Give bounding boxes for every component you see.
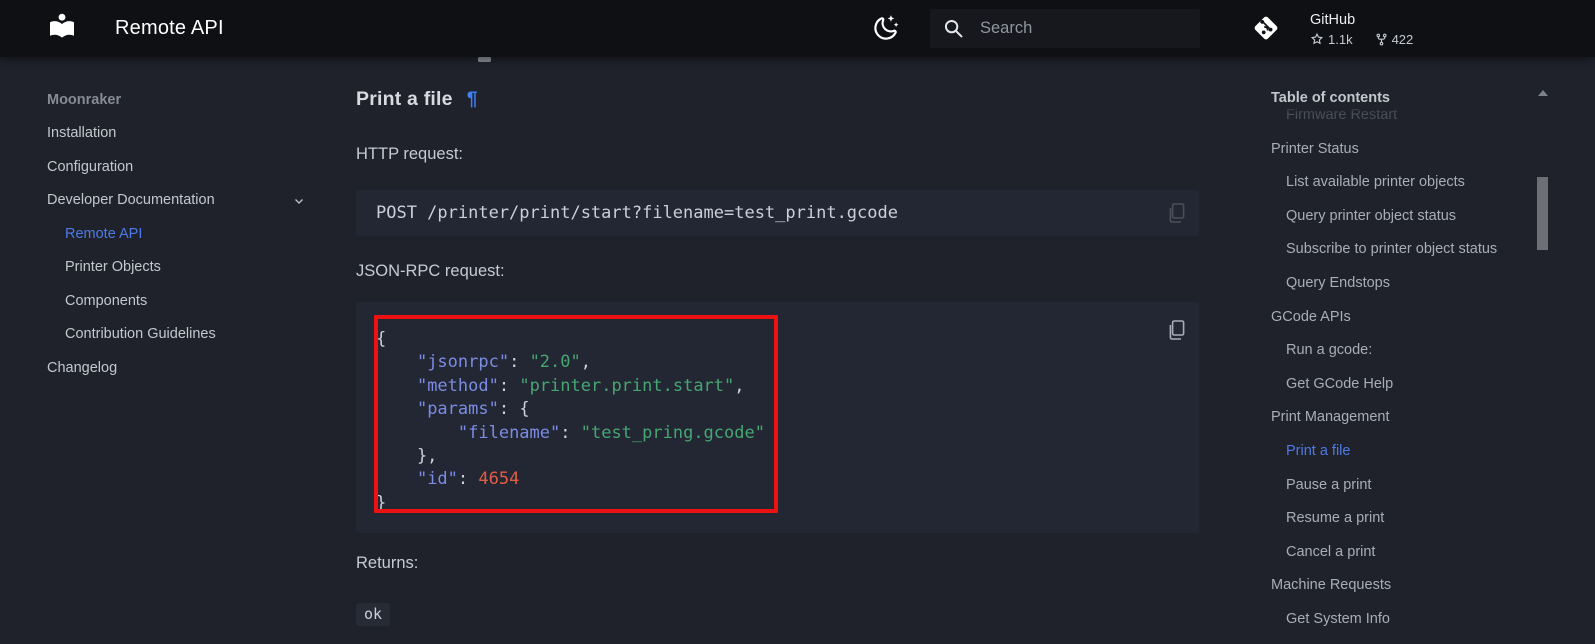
toc-item-get-system-info[interactable]: Get System Info <box>1286 608 1509 630</box>
section-heading-text: Print a file <box>356 88 453 110</box>
repo-fork-count: 422 <box>1392 32 1414 47</box>
nav-sidebar: Moonraker InstallationConfigurationDevel… <box>47 83 347 385</box>
toc-title: Table of contents <box>1271 90 1390 106</box>
copy-icon[interactable] <box>1167 320 1185 340</box>
sidebar-item-printer-objects[interactable]: Printer Objects <box>47 251 327 285</box>
toc-item-machine-requests[interactable]: Machine Requests <box>1271 574 1510 596</box>
toc-item-resume-a-print[interactable]: Resume a print <box>1286 507 1509 529</box>
toc-item-list-available-printer-objects[interactable]: List available printer objects <box>1286 171 1509 193</box>
jsonrpc-request-label: JSON-RPC request: <box>356 260 505 282</box>
section-heading: Print a file ¶ <box>356 88 478 111</box>
annotation-red-rectangle <box>374 315 778 513</box>
returns-label: Returns: <box>356 552 418 574</box>
toc-item-run-a-gcode[interactable]: Run a gcode: <box>1286 339 1509 361</box>
sidebar-item-contribution-guidelines[interactable]: Contribution Guidelines <box>47 318 327 352</box>
repo-name: GitHub <box>1310 11 1355 29</box>
repo-stats: 1.1k 422 <box>1310 31 1413 47</box>
sidebar-item-components[interactable]: Components <box>47 284 327 318</box>
toc-item-pause-a-print[interactable]: Pause a print <box>1286 474 1509 496</box>
heading-anchor-link[interactable]: ¶ <box>467 88 478 110</box>
toc-item-print-a-file[interactable]: Print a file <box>1286 440 1509 462</box>
toc-item-gcode-apis[interactable]: GCode APIs <box>1271 306 1510 328</box>
toc-item-query-printer-object-status[interactable]: Query printer object status <box>1286 205 1509 227</box>
toc-list: Firmware RestartPrinter StatusList avail… <box>1271 104 1510 642</box>
sidebar-item-developer-documentation[interactable]: Developer Documentation <box>47 184 327 218</box>
chevron-down-icon[interactable] <box>292 194 306 208</box>
search-input[interactable]: Search <box>930 9 1200 48</box>
toc-item-print-management[interactable]: Print Management <box>1271 406 1510 428</box>
sidebar-item-changelog[interactable]: Changelog <box>47 351 327 385</box>
toc-scrollbar-thumb[interactable] <box>1537 177 1548 250</box>
copy-icon[interactable] <box>1167 203 1185 223</box>
sidebar-nav-list: InstallationConfigurationDeveloper Docum… <box>47 117 347 385</box>
search-placeholder: Search <box>980 9 1032 48</box>
partial-scrolled-text <box>478 57 491 62</box>
app-header: Remote API Search <box>0 0 1595 57</box>
sidebar-site-name: Moonraker <box>47 83 347 117</box>
git-logo-icon <box>1249 11 1283 45</box>
toc-item-query-endstops[interactable]: Query Endstops <box>1286 272 1509 294</box>
returns-value-code: ok <box>356 603 390 626</box>
toc-item-subscribe-to-printer-object-status[interactable]: Subscribe to printer object status <box>1286 238 1509 260</box>
scroll-up-icon[interactable] <box>1538 90 1548 96</box>
toc-item-get-gcode-help[interactable]: Get GCode Help <box>1286 373 1509 395</box>
sidebar-item-configuration[interactable]: Configuration <box>47 150 327 184</box>
theme-toggle-moon-icon[interactable] <box>868 13 902 44</box>
page-title: Remote API <box>115 0 224 57</box>
repo-link[interactable]: GitHub 1.1k 422 <box>1249 10 1479 50</box>
fork-icon <box>1375 32 1388 47</box>
toc-item-cancel-a-print[interactable]: Cancel a print <box>1286 541 1509 563</box>
sidebar-item-remote-api[interactable]: Remote API <box>47 217 327 251</box>
http-request-label: HTTP request: <box>356 143 463 165</box>
search-icon <box>943 18 964 39</box>
repo-star-count: 1.1k <box>1328 32 1353 47</box>
http-request-code: POST /printer/print/start?filename=test_… <box>376 190 898 236</box>
star-icon <box>1310 32 1324 46</box>
toc-item-printer-status[interactable]: Printer Status <box>1271 138 1510 160</box>
sidebar-item-installation[interactable]: Installation <box>47 117 327 151</box>
http-request-codeblock: POST /printer/print/start?filename=test_… <box>356 190 1199 236</box>
site-logo-book-icon[interactable] <box>46 12 78 44</box>
